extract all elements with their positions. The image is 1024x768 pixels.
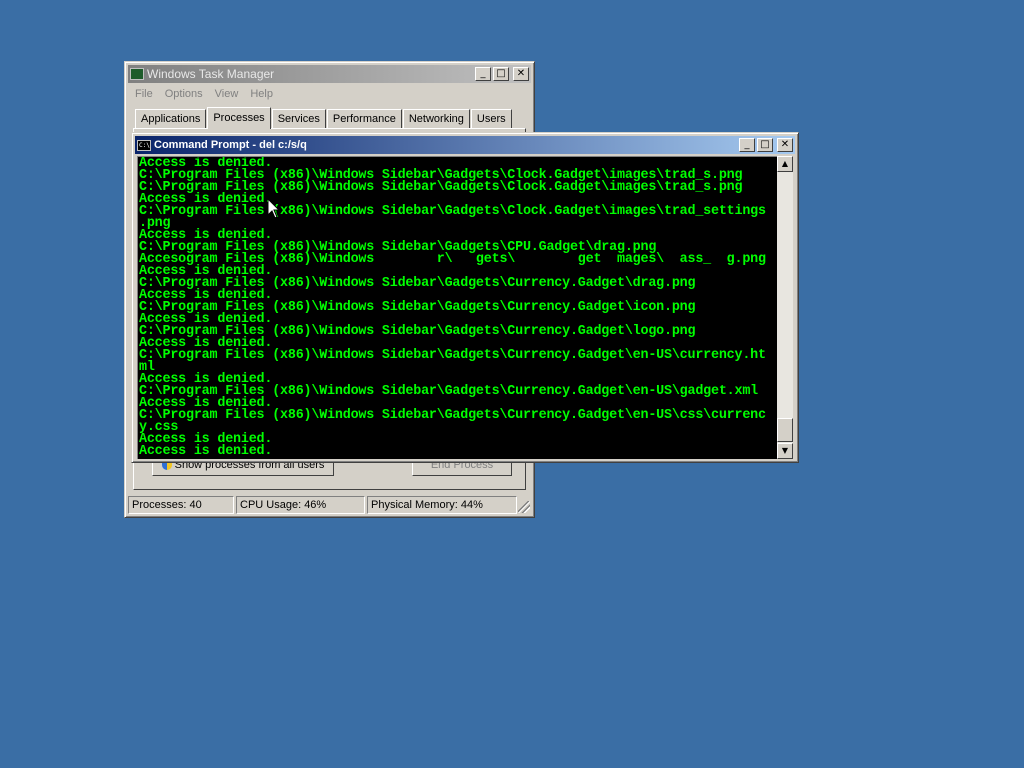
minimize-button[interactable]: _ [739,138,755,152]
maximize-icon: □ [496,68,506,79]
mouse-pointer-icon [268,199,280,219]
scroll-up-button[interactable]: ▲ [777,156,793,172]
maximize-button[interactable]: □ [493,67,509,81]
tab-applications[interactable]: Applications [135,109,207,129]
console-line: Access is denied. [139,444,273,459]
task-manager-title: Windows Task Manager [147,67,275,81]
tab-services[interactable]: Services [271,109,326,129]
task-manager-icon [130,68,144,80]
scroll-thumb[interactable] [777,418,793,442]
command-prompt-icon: C:\ [137,139,151,151]
task-manager-statusbar: Processes: 40 CPU Usage: 46% Physical Me… [128,496,531,514]
scroll-down-icon: ▼ [781,446,789,455]
minimize-icon: _ [744,139,750,150]
minimize-button[interactable]: _ [475,67,491,81]
menu-options[interactable]: Options [159,85,209,103]
minimize-icon: _ [480,68,486,79]
tab-performance[interactable]: Performance [326,109,402,129]
console-line: C:\Program Files (x86)\Windows Sidebar\G… [139,204,766,219]
scroll-down-button[interactable]: ▼ [777,443,793,459]
close-icon: ✕ [780,139,790,150]
command-prompt-window[interactable]: C:\ Command Prompt - del c:/s/q _ □ ✕ Ac… [131,132,799,463]
menu-view[interactable]: View [209,85,245,103]
task-manager-tabs: Applications Processes Services Performa… [135,107,513,129]
menu-help[interactable]: Help [244,85,279,103]
scroll-up-icon: ▲ [781,159,789,168]
close-button[interactable]: ✕ [777,138,793,152]
status-processes: Processes: 40 [128,496,234,514]
console-scrollbar[interactable]: ▲ ▼ [777,156,793,459]
console-output[interactable]: Access is denied. C:\Program Files (x86)\… [137,156,781,459]
tab-users[interactable]: Users [470,109,512,129]
console-text: Access is denied. C:\Program Files (x86)\… [138,157,781,458]
close-button[interactable]: ✕ [513,67,529,81]
menu-file[interactable]: File [129,85,159,103]
maximize-button[interactable]: □ [757,138,773,152]
close-icon: ✕ [516,68,526,79]
tab-networking[interactable]: Networking [402,109,470,129]
command-prompt-titlebar[interactable]: C:\ Command Prompt - del c:/s/q _ □ ✕ [135,136,795,154]
resize-grip-icon[interactable] [518,501,530,513]
command-prompt-title: Command Prompt - del c:/s/q [154,139,307,151]
status-cpu-usage: CPU Usage: 46% [236,496,365,514]
tab-processes[interactable]: Processes [207,107,271,129]
console-line: C:\Program Files (x86)\Windows Sidebar\G… [139,348,766,363]
task-manager-menubar: File Options View Help [129,85,279,103]
maximize-icon: □ [760,139,770,150]
console-line: C:\Program Files (x86)\Windows Sidebar\G… [139,408,766,423]
status-physical-memory: Physical Memory: 44% [367,496,517,514]
task-manager-titlebar[interactable]: Windows Task Manager _ □ ✕ [128,65,531,83]
